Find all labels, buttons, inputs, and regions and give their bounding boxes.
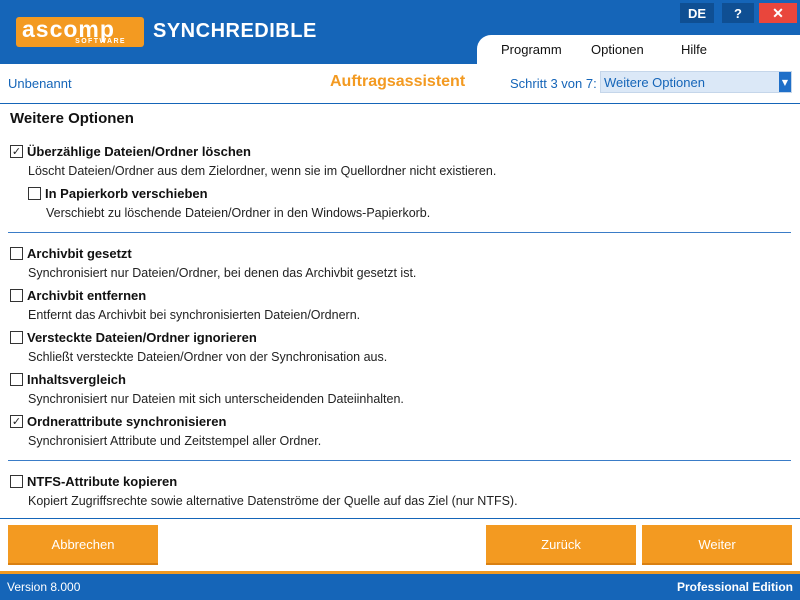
back-button[interactable]: Zurück (486, 525, 636, 565)
checkbox-ignore-hidden[interactable] (10, 331, 23, 344)
checkbox-ntfs-attributes[interactable] (10, 475, 23, 488)
app-title: SYNCHREDIBLE (153, 20, 317, 42)
option-description: Verschiebt zu löschende Dateien/Ordner i… (46, 206, 431, 220)
checkbox-content-compare[interactable] (10, 373, 23, 386)
option-recycle-bin[interactable]: In Papierkorb verschieben (28, 186, 208, 201)
option-label: Versteckte Dateien/Ordner ignorieren (27, 330, 257, 345)
checkbox-archivebit-set[interactable] (10, 247, 23, 260)
step-select[interactable]: Weitere Optionen ▼ (600, 71, 792, 93)
wizard-title: Auftragsassistent (330, 73, 466, 90)
status-bar: Version 8.000 Professional Edition (0, 571, 800, 600)
option-archivebit-set[interactable]: Archivbit gesetzt (10, 246, 132, 261)
wizard-header: Unbenannt Auftragsassistent Schritt 3 vo… (0, 64, 800, 104)
chevron-down-icon[interactable]: ▼ (779, 72, 791, 92)
option-description: Schließt versteckte Dateien/Ordner von d… (28, 350, 388, 364)
logo-subtext: SOFTWARE (75, 38, 126, 45)
checkbox-delete-extra[interactable]: ✓ (10, 145, 23, 158)
option-label: Überzählige Dateien/Ordner löschen (27, 144, 251, 159)
step-label: Schritt 3 von 7: (510, 76, 597, 91)
checkbox-folder-attributes[interactable]: ✓ (10, 415, 23, 428)
option-label: Archivbit entfernen (27, 288, 147, 303)
step-select-value: Weitere Optionen (604, 75, 705, 90)
option-ntfs-attributes[interactable]: NTFS-Attribute kopieren (10, 474, 177, 489)
language-button[interactable]: DE (680, 3, 714, 23)
cancel-button[interactable]: Abbrechen (8, 525, 158, 565)
footer-divider (0, 518, 800, 519)
menu-bar: Programm Optionen Hilfe (477, 35, 800, 64)
option-description: Synchronisiert nur Dateien/Ordner, bei d… (28, 266, 417, 280)
next-button[interactable]: Weiter (642, 525, 792, 565)
menu-programm[interactable]: Programm (501, 42, 562, 57)
option-content-compare[interactable]: Inhaltsvergleich (10, 372, 126, 387)
checkbox-recycle-bin[interactable] (28, 187, 41, 200)
option-label: Inhaltsvergleich (27, 372, 126, 387)
edition-text: Professional Edition (676, 580, 793, 594)
option-ignore-hidden[interactable]: Versteckte Dateien/Ordner ignorieren (10, 330, 257, 345)
app-header: ascomp SOFTWARE SYNCHREDIBLE DE ? ✕ Prog… (0, 0, 800, 64)
version-text: Version 8.000 (7, 580, 81, 594)
close-button[interactable]: ✕ (759, 3, 797, 23)
ascomp-logo: ascomp SOFTWARE (16, 17, 144, 47)
option-archivebit-remove[interactable]: Archivbit entfernen (10, 288, 146, 303)
menu-optionen[interactable]: Optionen (591, 42, 644, 57)
document-name: Unbenannt (8, 76, 72, 91)
checkbox-archivebit-remove[interactable] (10, 289, 23, 302)
section-title: Weitere Optionen (10, 110, 134, 127)
option-description: Synchronisiert Attribute und Zeitstempel… (28, 434, 322, 448)
option-label: In Papierkorb verschieben (45, 186, 208, 201)
option-folder-attributes[interactable]: ✓ Ordnerattribute synchronisieren (10, 414, 226, 429)
divider (8, 460, 791, 461)
option-description: Löscht Dateien/Ordner aus dem Zielordner… (28, 164, 497, 178)
option-label: NTFS-Attribute kopieren (27, 474, 178, 489)
menu-hilfe[interactable]: Hilfe (681, 42, 707, 57)
option-description: Entfernt das Archivbit bei synchronisier… (28, 308, 361, 322)
option-label: Archivbit gesetzt (27, 246, 132, 261)
divider (8, 232, 791, 233)
option-description: Synchronisiert nur Dateien mit sich unte… (28, 392, 404, 406)
help-button[interactable]: ? (722, 3, 754, 23)
option-label: Ordnerattribute synchronisieren (27, 414, 227, 429)
option-description: Kopiert Zugriffsrechte sowie alternative… (28, 494, 518, 508)
option-delete-extra[interactable]: ✓ Überzählige Dateien/Ordner löschen (10, 144, 251, 159)
